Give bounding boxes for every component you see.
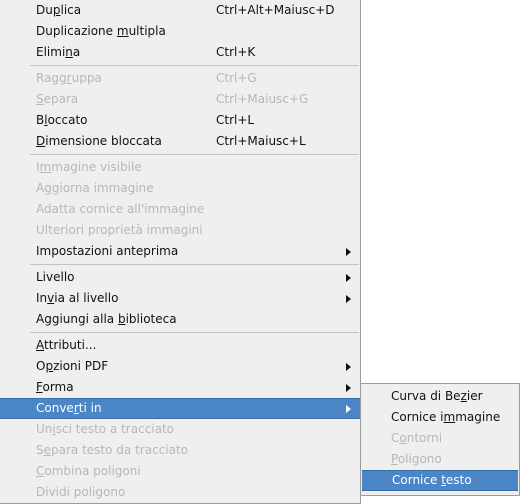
submenu-item-contorni: Contorni — [391, 431, 443, 445]
shortcut-label: Ctrl+K — [216, 45, 256, 59]
menu-item-aggiungi-biblioteca[interactable]: Aggiungi alla biblioteca — [0, 309, 360, 330]
menu-item-duplica[interactable]: Duplica Ctrl+Alt+Maiusc+D — [0, 0, 360, 21]
menu-item-immagine-visibile: Immagine visibile — [36, 160, 142, 174]
submenu-item-cornice-immagine[interactable]: Cornice immagine — [361, 407, 519, 428]
shortcut-label: Ctrl+Alt+Maiusc+D — [216, 3, 335, 17]
menu-item-unisci-testo: Unisci testo a tracciato — [36, 422, 175, 436]
menu-item-aggiorna-immagine: Aggiorna immagine — [36, 181, 154, 195]
menu-item-livello[interactable]: Livello — [0, 267, 360, 288]
menu-item-raggruppa: Raggruppa Ctrl+G — [0, 68, 360, 89]
menu-item-combina-poligoni: Combina poligoni — [36, 464, 141, 478]
menu-item-attributi[interactable]: Attributi... — [0, 335, 360, 356]
menu-item-bloccato[interactable]: Bloccato Ctrl+L — [0, 110, 360, 131]
submenu-arrow-icon — [346, 384, 351, 392]
shortcut-label: Ctrl+G — [216, 71, 257, 85]
menu-item-dimensione-bloccata[interactable]: Dimensione bloccata Ctrl+Maiusc+L — [0, 131, 360, 152]
menu-item-opzioni-pdf[interactable]: Opzioni PDF — [0, 356, 360, 377]
menu-item-separa-testo: Separa testo da tracciato — [36, 443, 188, 457]
submenu-arrow-icon — [346, 295, 351, 303]
submenu-arrow-icon — [346, 274, 351, 282]
shortcut-label: Ctrl+L — [216, 113, 255, 127]
menu-item-dividi-poligono: Dividi poligono — [36, 485, 126, 499]
menu-item-ulteriori-proprieta: Ulteriori proprietà immagini — [36, 223, 203, 237]
shortcut-label: Ctrl+Maiusc+G — [216, 92, 309, 106]
shortcut-label: Ctrl+Maiusc+L — [216, 134, 306, 148]
submenu-item-poligono: Poligono — [391, 452, 442, 466]
submenu-item-curva-bezier[interactable]: Curva di Bezier — [361, 386, 519, 407]
submenu-arrow-icon — [346, 248, 351, 256]
menu-item-duplicazione-multipla[interactable]: Duplicazione multipla — [0, 21, 360, 42]
context-menu: Duplica Ctrl+Alt+Maiusc+D Duplicazione m… — [0, 0, 361, 504]
menu-item-adatta-cornice: Adatta cornice all'immagine — [36, 202, 205, 216]
submenu-arrow-icon — [346, 405, 351, 413]
menu-item-separa: Separa Ctrl+Maiusc+G — [0, 89, 360, 110]
converti-in-submenu: Curva di Bezier Cornice immagine Contorn… — [360, 383, 520, 496]
submenu-item-cornice-testo[interactable]: Cornice testo — [362, 470, 518, 491]
submenu-arrow-icon — [346, 363, 351, 371]
menu-item-invia-al-livello[interactable]: Invia al livello — [0, 288, 360, 309]
menu-item-impostazioni-anteprima[interactable]: Impostazioni anteprima — [0, 241, 360, 262]
menu-item-elimina[interactable]: Elimina Ctrl+K — [0, 42, 360, 63]
menu-item-converti-in[interactable]: Converti in — [0, 398, 360, 419]
menu-item-forma[interactable]: Forma — [0, 377, 360, 398]
